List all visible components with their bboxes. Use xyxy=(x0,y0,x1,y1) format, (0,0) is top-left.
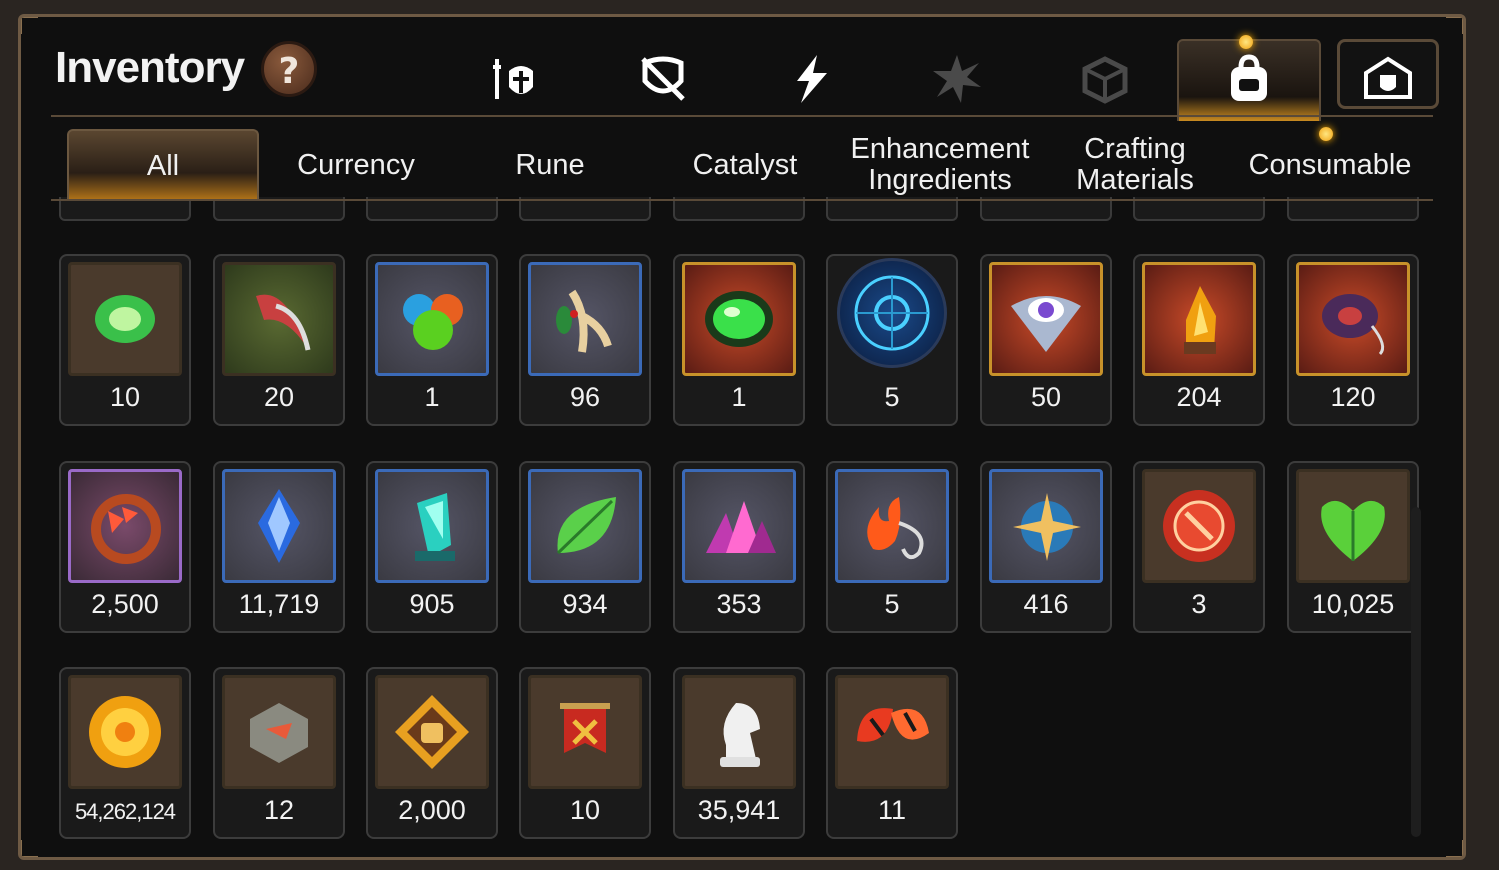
banner-icon xyxy=(560,703,610,753)
green-charm-icon xyxy=(95,295,155,343)
blue-rune-disc-icon xyxy=(854,275,930,351)
eye-icon xyxy=(1011,296,1081,352)
item-count: 35,941 xyxy=(697,795,781,825)
item-frame xyxy=(528,469,642,583)
hourglass-ring-icon xyxy=(91,494,161,564)
item-slot[interactable]: 54,262,124 xyxy=(59,667,191,839)
item-slot[interactable]: 1 xyxy=(366,254,498,426)
fist-emblem-icon xyxy=(395,695,469,769)
item-frame xyxy=(835,675,949,789)
item-count: 5 xyxy=(884,382,900,412)
item-count: 2,000 xyxy=(398,795,466,825)
heart-leaf-icon xyxy=(1321,500,1385,561)
item-slot[interactable]: 20 xyxy=(213,254,345,426)
item-frame xyxy=(837,258,947,368)
item-slot[interactable]: 416 xyxy=(980,461,1112,633)
item-frame xyxy=(1296,469,1410,583)
item-frame xyxy=(68,262,182,376)
item-frame xyxy=(1142,262,1256,376)
item-slot[interactable]: 10 xyxy=(59,254,191,426)
item-count: 2,500 xyxy=(91,589,159,619)
item-count: 204 xyxy=(1176,382,1222,412)
gold-coin-icon xyxy=(89,696,161,768)
item-slot[interactable]: 2,000 xyxy=(366,667,498,839)
item-grid: 10 20 1 96 1 5 50 204 120 2,500 11,719 905 934 353 5 41… xyxy=(21,17,1463,857)
scrollbar[interactable] xyxy=(1411,507,1421,837)
ring-icon xyxy=(1322,294,1385,356)
item-count: 96 xyxy=(569,382,601,412)
blue-crystal-icon xyxy=(258,489,300,563)
item-frame xyxy=(682,262,796,376)
orbs-icon xyxy=(403,294,463,350)
item-frame xyxy=(222,262,336,376)
red-leaves-icon xyxy=(857,708,929,742)
item-frame xyxy=(528,262,642,376)
item-count: 934 xyxy=(562,589,608,619)
item-count: 10,025 xyxy=(1311,589,1395,619)
item-count: 416 xyxy=(1023,589,1069,619)
item-count: 20 xyxy=(263,382,295,412)
item-count: 11,719 xyxy=(238,589,320,619)
item-count: 120 xyxy=(1330,382,1376,412)
item-count: 1 xyxy=(731,382,747,412)
item-frame xyxy=(68,469,182,583)
item-frame xyxy=(375,675,489,789)
item-count: 1 xyxy=(424,382,440,412)
item-frame xyxy=(989,262,1103,376)
item-slot[interactable]: 204 xyxy=(1133,254,1265,426)
item-frame xyxy=(528,675,642,789)
star-amulet-icon xyxy=(1013,493,1081,561)
item-frame xyxy=(375,469,489,583)
item-count: 905 xyxy=(409,589,455,619)
item-count: 50 xyxy=(1030,382,1062,412)
item-slot[interactable]: 10 xyxy=(519,667,651,839)
item-slot[interactable]: 35,941 xyxy=(673,667,805,839)
item-slot[interactable]: 1 xyxy=(673,254,805,426)
item-count: 3 xyxy=(1191,589,1207,619)
stone-icon xyxy=(250,703,308,763)
item-slot[interactable]: 5 xyxy=(826,461,958,633)
root-icon xyxy=(556,289,612,353)
item-frame xyxy=(682,469,796,583)
item-count: 11 xyxy=(877,795,907,825)
item-slot[interactable]: 11,719 xyxy=(213,461,345,633)
item-slot[interactable]: 5 xyxy=(826,254,958,426)
knight-chess-icon xyxy=(720,703,760,767)
item-count: 10 xyxy=(569,795,601,825)
item-frame xyxy=(68,675,182,789)
flame-crystal-icon xyxy=(1184,286,1216,354)
item-frame xyxy=(222,675,336,789)
item-slot[interactable]: 11 xyxy=(826,667,958,839)
item-count: 54,262,124 xyxy=(74,799,176,824)
item-count: 5 xyxy=(884,589,900,619)
leaf-icon xyxy=(556,497,616,555)
item-slot[interactable]: 10,025 xyxy=(1287,461,1419,633)
item-count: 12 xyxy=(263,795,295,825)
teal-crystal-icon xyxy=(415,493,455,561)
item-frame xyxy=(1296,262,1410,376)
item-slot[interactable]: 3 xyxy=(1133,461,1265,633)
item-slot[interactable]: 934 xyxy=(519,461,651,633)
green-gem-icon xyxy=(705,291,773,347)
item-frame xyxy=(222,469,336,583)
item-slot[interactable]: 120 xyxy=(1287,254,1419,426)
item-frame xyxy=(989,469,1103,583)
item-frame xyxy=(835,469,949,583)
item-slot[interactable]: 96 xyxy=(519,254,651,426)
pink-crystals-icon xyxy=(706,501,776,553)
item-slot[interactable]: 353 xyxy=(673,461,805,633)
item-frame xyxy=(375,262,489,376)
fire-amulet-icon xyxy=(867,497,924,560)
claw-icon xyxy=(256,294,311,351)
item-count: 10 xyxy=(109,382,141,412)
item-slot[interactable]: 2,500 xyxy=(59,461,191,633)
item-slot[interactable]: 12 xyxy=(213,667,345,839)
item-frame xyxy=(682,675,796,789)
inventory-panel: Inventory ? All Currency Rune Catalyst E… xyxy=(18,14,1466,860)
item-slot[interactable]: 50 xyxy=(980,254,1112,426)
item-frame xyxy=(1142,469,1256,583)
item-count: 353 xyxy=(716,589,762,619)
red-badge-icon xyxy=(1163,490,1235,562)
item-slot[interactable]: 905 xyxy=(366,461,498,633)
